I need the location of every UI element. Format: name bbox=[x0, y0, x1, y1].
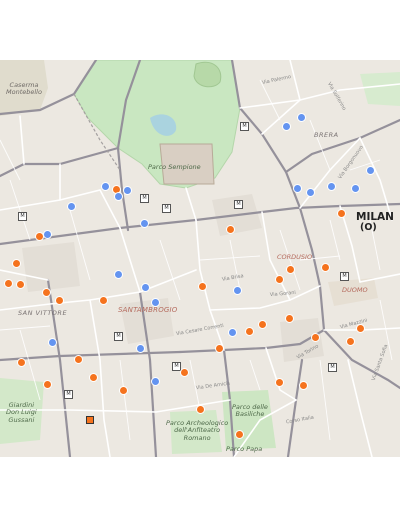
brera-label: BRERA bbox=[314, 131, 339, 139]
orange-marker[interactable] bbox=[119, 386, 128, 395]
metro-stop-icon[interactable]: M bbox=[340, 272, 349, 281]
orange-marker[interactable] bbox=[321, 263, 330, 272]
parco-papa-label: Parco Papa bbox=[226, 445, 263, 453]
parco-archeologico-label: Parco Archeologico dell'Anfiteatro Roman… bbox=[166, 419, 229, 442]
blue-marker[interactable] bbox=[43, 230, 52, 239]
orange-marker[interactable] bbox=[245, 327, 254, 336]
orange-marker[interactable] bbox=[16, 280, 25, 289]
milan-sublabel: (O) bbox=[360, 222, 377, 233]
blue-marker[interactable] bbox=[151, 377, 160, 386]
map-viewport[interactable]: Caserma Montebello Parco Sempione BRERA … bbox=[0, 60, 400, 457]
orange-marker[interactable] bbox=[89, 373, 98, 382]
orange-marker[interactable] bbox=[215, 344, 224, 353]
orange-marker[interactable] bbox=[285, 314, 294, 323]
santambrogio-label: SANTAMBROGIO bbox=[118, 306, 178, 314]
orange-marker[interactable] bbox=[180, 368, 189, 377]
orange-marker[interactable] bbox=[12, 259, 21, 268]
metro-stop-icon[interactable]: M bbox=[114, 332, 123, 341]
orange-marker[interactable] bbox=[356, 324, 365, 333]
map-base bbox=[0, 60, 400, 457]
metro-stop-icon[interactable]: M bbox=[162, 204, 171, 213]
selected-square-marker[interactable] bbox=[86, 416, 94, 424]
orange-marker[interactable] bbox=[299, 381, 308, 390]
blue-marker[interactable] bbox=[136, 344, 145, 353]
san-vittore-label: SAN VITTORE bbox=[18, 309, 68, 317]
parco-archeologico-text: Parco Archeologico dell'Anfiteatro Roman… bbox=[166, 419, 229, 442]
blue-marker[interactable] bbox=[233, 286, 242, 295]
caserma-text: Caserma Montebello bbox=[6, 81, 42, 97]
blue-marker[interactable] bbox=[297, 113, 306, 122]
blue-marker[interactable] bbox=[151, 298, 160, 307]
blue-marker[interactable] bbox=[114, 270, 123, 279]
metro-stop-icon[interactable]: M bbox=[328, 363, 337, 372]
giardini-label: Giardini Don Luigi Gussani bbox=[6, 401, 37, 424]
orange-marker[interactable] bbox=[311, 333, 320, 342]
blue-marker[interactable] bbox=[67, 202, 76, 211]
metro-stop-icon[interactable]: M bbox=[240, 122, 249, 131]
orange-marker[interactable] bbox=[286, 265, 295, 274]
arena-civica bbox=[193, 61, 222, 88]
orange-marker[interactable] bbox=[55, 296, 64, 305]
metro-stop-icon[interactable]: M bbox=[18, 212, 27, 221]
orange-marker[interactable] bbox=[99, 296, 108, 305]
orange-marker[interactable] bbox=[42, 288, 51, 297]
blue-marker[interactable] bbox=[101, 182, 110, 191]
blue-marker[interactable] bbox=[282, 122, 291, 131]
blue-marker[interactable] bbox=[228, 328, 237, 337]
park-top-right bbox=[360, 72, 400, 106]
blue-marker[interactable] bbox=[351, 184, 360, 193]
blue-marker[interactable] bbox=[327, 182, 336, 191]
orange-marker[interactable] bbox=[43, 380, 52, 389]
orange-marker[interactable] bbox=[275, 378, 284, 387]
blue-marker[interactable] bbox=[48, 338, 57, 347]
orange-marker[interactable] bbox=[337, 209, 346, 218]
blue-marker[interactable] bbox=[366, 166, 375, 175]
blue-marker[interactable] bbox=[141, 283, 150, 292]
giardini-text: Giardini Don Luigi Gussani bbox=[6, 401, 37, 424]
caserma-label: Caserma Montebello bbox=[6, 81, 42, 97]
blue-marker[interactable] bbox=[293, 184, 302, 193]
parco-basiliche-text: Parco delle Basiliche bbox=[232, 403, 268, 419]
cordusio-label: CORDUSIO bbox=[277, 253, 313, 261]
block-4 bbox=[22, 242, 80, 292]
orange-marker[interactable] bbox=[346, 337, 355, 346]
metro-stop-icon[interactable]: M bbox=[64, 390, 73, 399]
blue-marker[interactable] bbox=[114, 192, 123, 201]
orange-marker[interactable] bbox=[4, 279, 13, 288]
metro-stop-icon[interactable]: M bbox=[234, 200, 243, 209]
orange-marker[interactable] bbox=[17, 358, 26, 367]
metro-stop-icon[interactable]: M bbox=[140, 194, 149, 203]
blue-marker[interactable] bbox=[306, 188, 315, 197]
orange-marker[interactable] bbox=[196, 405, 205, 414]
blue-marker[interactable] bbox=[140, 219, 149, 228]
orange-marker[interactable] bbox=[74, 355, 83, 364]
orange-marker[interactable] bbox=[226, 225, 235, 234]
orange-marker[interactable] bbox=[258, 320, 267, 329]
orange-marker[interactable] bbox=[275, 275, 284, 284]
orange-marker[interactable] bbox=[235, 430, 244, 439]
parco-sempione-label: Parco Sempione bbox=[148, 163, 201, 171]
orange-marker[interactable] bbox=[198, 282, 207, 291]
blue-marker[interactable] bbox=[123, 186, 132, 195]
duomo-label: DUOMO bbox=[342, 286, 368, 294]
parco-basiliche-label: Parco delle Basiliche bbox=[232, 403, 268, 419]
